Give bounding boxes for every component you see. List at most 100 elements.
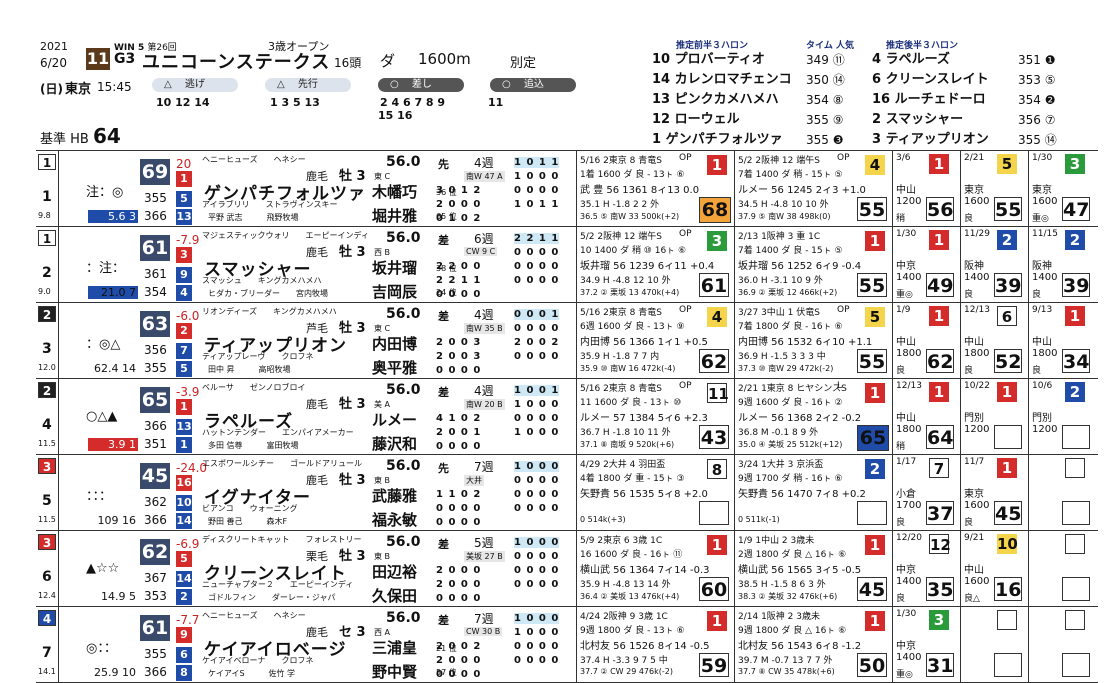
past-race-index: 39 xyxy=(1062,273,1090,297)
horse-row[interactable]: 1 1 9.8 注：◎ 5.6 3 69 20 1 355 5 366 13 ヘニーヒューズ ヘネ… xyxy=(36,151,1098,227)
past-race-short[interactable]: 10/22 1 門別 1200 xyxy=(960,379,1029,454)
past-race-short[interactable]: 1/9 1 中山 1800 良 62 xyxy=(892,303,961,378)
past-race-going: 良 xyxy=(896,518,906,528)
past-race-finish: 1 xyxy=(929,382,949,402)
record-f: 0 0 0 0 xyxy=(514,565,560,576)
past-race-going: 重◎ xyxy=(896,290,913,300)
past-race[interactable]: 3/24 1大井 3 京浜盃 2 9週 1700 ダ 稍 - 16ㇳ ⑥ 矢野貴… xyxy=(734,455,893,530)
past-race-index: 55 xyxy=(857,273,887,297)
record-a: 2 0 0 2 xyxy=(436,641,482,652)
past-race-short[interactable]: 1/30 3 中京 1400 重◎ 31 xyxy=(892,607,961,682)
past-race-detail: 11 1600 ダ 良 - 13ㇳ ⑩ xyxy=(580,398,682,408)
frame-number: 2 xyxy=(38,382,56,398)
past-race-short[interactable]: 1/30 3 東京 1600 重◎ 47 xyxy=(1028,151,1097,226)
past-race[interactable]: 5/16 2東京 8 青竜S OP 1 1着 1600 ダ 良 - 13ㇳ ⑥ … xyxy=(576,151,735,226)
past-race[interactable]: 5/9 2東京 6 3歳 1C 1 16 1600 ダ 良 - 16ㇳ ⑪ 横山… xyxy=(576,531,735,606)
past-race-time: 坂井瑠 56 1252 6ィ9 -0.4 xyxy=(738,261,862,272)
past-race[interactable]: 5/2 2阪神 12 端午S OP 3 10 1400 ダ 稍 ⑩ 16ㇳ ⑥ … xyxy=(576,227,735,302)
past-race-short[interactable]: 3/6 1 中山 1200 稍 56 xyxy=(892,151,961,226)
record-b: 2 0 0 0 xyxy=(436,655,482,666)
frame-cell: 4 7 14.1 xyxy=(36,607,59,682)
style-senko: △ 先行 xyxy=(265,78,351,92)
horse-row[interactable]: 2 4 11.5 ○△▲ 3.9 1 65 -3.9 1 366 13 351 1 ベルーサ ゼン… xyxy=(36,379,1098,455)
past-race-short[interactable]: 11/15 2 阪神 1400 良 39 xyxy=(1028,227,1097,302)
nige-numbers: 10 12 14 xyxy=(156,96,210,109)
past-race-short[interactable]: 12/13 6 中山 1800 良 52 xyxy=(960,303,1029,378)
past-race[interactable]: 2/13 1阪神 3 重 1C 1 7着 1400 ダ 良 - 15ㇳ ⑤ 坂井… xyxy=(734,227,893,302)
record-b: 2 0 0 0 xyxy=(436,579,482,590)
past-race-finish: 3 xyxy=(1065,154,1085,174)
frame-number: 4 xyxy=(38,610,56,626)
rest-weeks: 4週 xyxy=(474,156,494,170)
horse-row[interactable]: 3 6 12.4 ▲☆☆ 14.9 5 62 -6.9 5 367 14 353 2 ディスクリー… xyxy=(36,531,1098,607)
past-race-short[interactable]: 9/13 1 中山 1800 良 34 xyxy=(1028,303,1097,378)
past-race-detail: 16 1600 ダ 良 - 16ㇳ ⑪ xyxy=(580,550,683,560)
past-race-short[interactable]: 12/13 1 中山 1800 稍 64 xyxy=(892,379,961,454)
running-style: 先 xyxy=(438,462,449,475)
horse-row[interactable]: 2 3 12.0 ：◎△ 62.4 14 63 -6.0 2 356 7 355 5 リオンディー… xyxy=(36,303,1098,379)
past-race-short[interactable]: 2/21 5 東京 1600 良 55 xyxy=(960,151,1029,226)
training-info: 南W 47 A xyxy=(464,171,505,182)
past-race[interactable]: 5/16 2東京 8 青竜S OP 11 11 1600 ダ 良 - 13ㇳ ⑩… xyxy=(576,379,735,454)
post3-rank: 4 xyxy=(176,285,192,301)
horse-row[interactable]: 3 5 11.5 ：：： 109 16 45 -24.0 16 362 10 366 14 エスポ… xyxy=(36,455,1098,531)
past-race-date: 11/7 xyxy=(964,457,985,467)
record-d: 0 0 0 1 xyxy=(514,309,560,320)
past-race-detail: 9週 1800 ダ 良 - 13ㇳ ⑥ xyxy=(580,626,685,636)
post-time: 15:45 xyxy=(97,80,132,94)
past-race-short[interactable]: 10/6 2 門別 1200 xyxy=(1028,379,1097,454)
past-race-date: 3/24 1大井 3 京浜盃 xyxy=(738,460,824,470)
past-race-short[interactable]: 1/17 7 小倉 1700 良 37 xyxy=(892,455,961,530)
running-style: 差 xyxy=(438,234,449,247)
past-race[interactable]: 4/24 2阪神 9 3歳 1C 1 9週 1800 ダ 良 - 13ㇳ ⑥ 北… xyxy=(576,607,735,682)
past-race-short[interactable] xyxy=(960,607,1029,682)
past-race[interactable]: 1/9 1中山 2 3歳未 1 2週 1800 ダ 良 △ 16ㇳ ⑥ 横山武 … xyxy=(734,531,893,606)
past-race-course: 門別 1200 xyxy=(964,413,990,435)
carried-weight: 56.0 xyxy=(386,610,421,626)
past-race-date: 10/22 xyxy=(964,381,990,391)
horse-row[interactable]: 4 7 14.1 ◎：： 25.9 10 61 -7.7 9 355 6 366 8 ヘニーヒュー… xyxy=(36,607,1098,683)
past-race[interactable]: 2/14 1阪神 2 3歳未 1 9週 1800 ダ 良 △ 16ㇳ ⑥ 北村友… xyxy=(734,607,893,682)
past-race[interactable]: 5/2 2阪神 12 端午S OP 4 7着 1400 ダ 稍 - 15ㇳ ⑤ … xyxy=(734,151,893,226)
horse-number: 6 xyxy=(42,569,52,585)
past-race-short[interactable]: 1/30 1 中京 1400 重◎ 49 xyxy=(892,227,961,302)
jockey-name: 武藤雅 xyxy=(372,487,418,505)
horse-row[interactable]: 1 2 9.0 ：注： 21.0 7 61 -7.9 3 361 9 354 4 マジェスティック… xyxy=(36,227,1098,303)
past-race-index: 47 xyxy=(1062,197,1090,221)
pre3-rank: 10 xyxy=(176,495,192,511)
record-b: 2 0 0 0 xyxy=(436,199,482,210)
record-e: 0 0 0 0 xyxy=(514,551,560,562)
past-race-weight: 37.7 ② CW 29 476k(-2) xyxy=(580,667,673,676)
speed-index: 65 xyxy=(140,387,170,413)
win-odds: 25.9 10 xyxy=(88,666,138,679)
pre3-value: 355 xyxy=(144,191,167,205)
past-race-finish xyxy=(1065,610,1085,630)
past-race[interactable]: 4/29 2大井 4 羽田盃 8 4着 1800 ダ 重 - 15ㇳ ③ 矢野貴… xyxy=(576,455,735,530)
carried-weight: 56.0 xyxy=(386,230,421,246)
record-b: 2 0 0 3 xyxy=(436,351,482,362)
past-race-short[interactable]: 11/29 2 阪神 1400 良 39 xyxy=(960,227,1029,302)
past-race-finish xyxy=(997,610,1017,630)
past-race-course: 東京 1600 xyxy=(964,185,990,207)
record-d: 1 0 1 1 xyxy=(514,157,560,168)
past-race-detail: 1着 1600 ダ 良 - 13ㇳ ⑥ xyxy=(580,170,685,180)
past-race-short[interactable]: 11/7 1 東京 1600 良 45 xyxy=(960,455,1029,530)
past-race-finish: 1 xyxy=(929,154,949,174)
past-race-short[interactable] xyxy=(1028,531,1097,606)
past-race[interactable]: 2/21 1東京 8 ヒヤシンスS L 1 9週 1600 ダ 良 - 16ㇳ … xyxy=(734,379,893,454)
past-race-weight: 37.7 ⑧ CW 35 478k(+6) xyxy=(738,667,835,676)
past-race-short[interactable] xyxy=(1028,607,1097,682)
post3-time: 355 ⑭ xyxy=(1018,133,1057,147)
past-race[interactable]: 3/27 3中山 1 伏竜S OP 5 7着 1800 ダ 良 - 16ㇳ ⑥ … xyxy=(734,303,893,378)
race-distance: 1600m xyxy=(418,50,471,68)
past-race[interactable]: 5/16 2東京 8 青竜S OP 4 6週 1600 ダ 良 - 13ㇳ ⑨ … xyxy=(576,303,735,378)
past-race-index: 50 xyxy=(857,653,887,677)
past-race-short[interactable]: 12/20 12 中京 1400 良 35 xyxy=(892,531,961,606)
race-date: 6/20 xyxy=(40,56,67,70)
record-c: 0 0 0 0 xyxy=(436,365,482,376)
training-info: CW 9 C xyxy=(464,247,498,256)
past-race-short[interactable]: 9/21 10 中山 1600 良△ 16 xyxy=(960,531,1029,606)
record-g: 0 0 0 0 xyxy=(514,351,560,362)
past-race-short[interactable] xyxy=(1028,455,1097,530)
training-info: CW 30 B xyxy=(464,627,503,636)
